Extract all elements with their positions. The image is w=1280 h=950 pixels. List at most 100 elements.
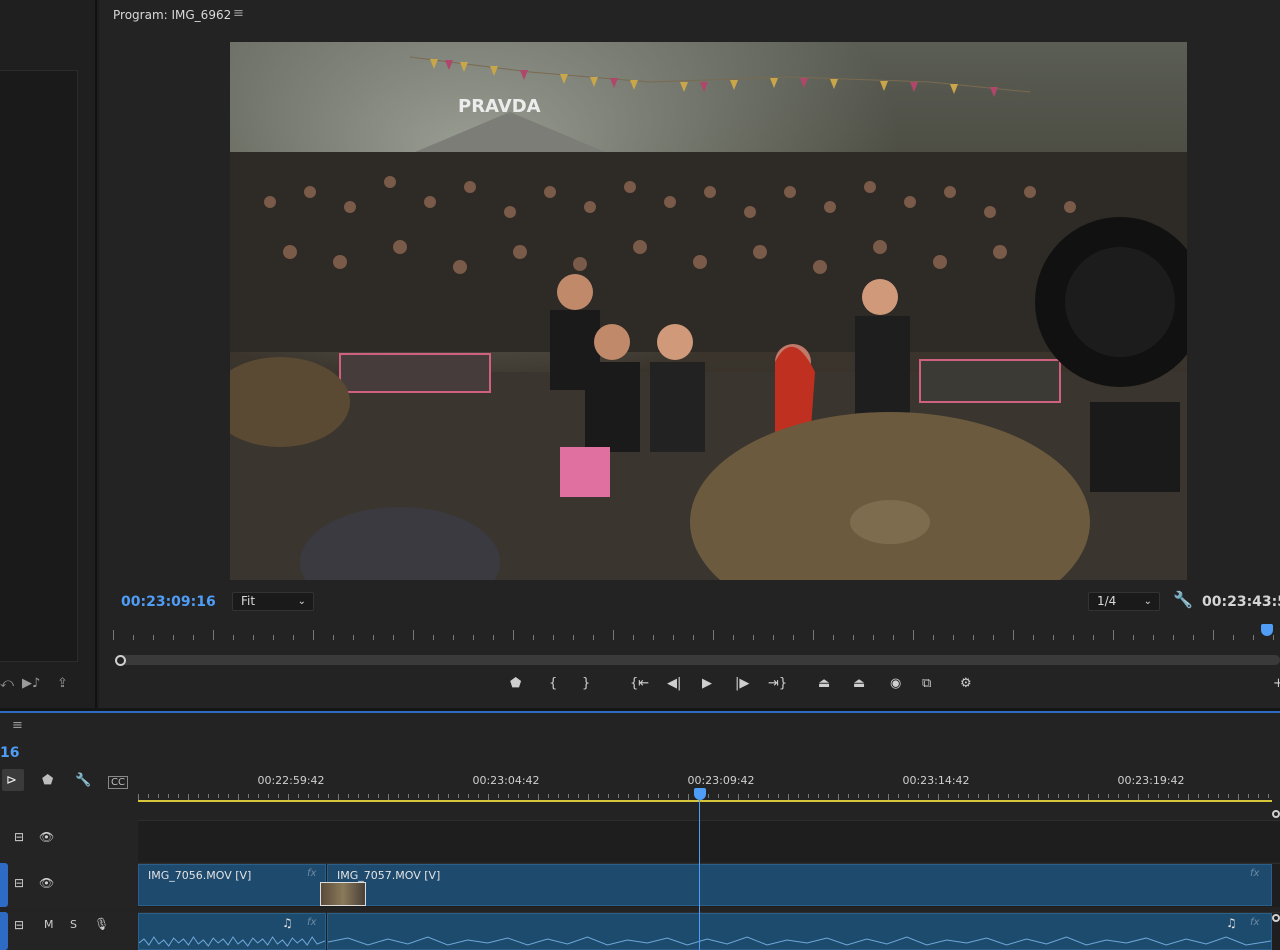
ruler-tick xyxy=(1273,635,1274,640)
step-forward-icon[interactable]: |▶ xyxy=(735,676,749,691)
zoom-scrollbar-handle[interactable] xyxy=(115,655,126,666)
ruler-tick xyxy=(158,794,159,798)
ruler-tick xyxy=(1068,794,1069,798)
ruler-tick xyxy=(1228,794,1229,798)
ruler-tick xyxy=(248,794,249,798)
insert-audio-icon[interactable]: ▶♪ xyxy=(22,676,40,691)
add-marker-icon[interactable]: ⬟ xyxy=(42,773,53,788)
comparison-view-icon[interactable]: ⧉ xyxy=(922,676,931,691)
zoom-select[interactable]: Fit ⌄ xyxy=(232,592,314,611)
go-to-out-icon[interactable]: ⇥} xyxy=(768,676,787,691)
ruler-tick xyxy=(973,635,974,640)
go-to-in-icon[interactable]: {⇤ xyxy=(630,676,649,691)
ruler-tick xyxy=(1028,794,1029,798)
ruler-tick xyxy=(113,630,114,640)
ruler-tick xyxy=(753,635,754,640)
clip-img-7056[interactable]: IMG_7056.MOV [V] fx xyxy=(138,864,326,906)
mute-button[interactable]: M xyxy=(44,918,54,931)
microphone-icon[interactable]: 🎙 xyxy=(94,917,109,931)
export-icon[interactable]: ⇪ xyxy=(57,676,68,691)
fx-badge[interactable]: fx xyxy=(1250,868,1259,879)
film-icon[interactable]: ⊟ xyxy=(14,876,24,890)
ruler-tick xyxy=(1173,635,1174,640)
ruler-tick xyxy=(993,635,994,640)
ruler-tick xyxy=(1248,794,1249,798)
captions-icon[interactable]: CC xyxy=(108,776,128,789)
ruler-tick xyxy=(258,794,259,798)
ruler-tick xyxy=(1158,794,1159,798)
timeline-timecode[interactable]: 16 xyxy=(0,745,19,761)
ruler-tick xyxy=(1013,630,1014,640)
ruler-tick xyxy=(418,794,419,798)
film-icon[interactable]: ⊟ xyxy=(14,918,24,932)
ruler-tick xyxy=(168,794,169,798)
fx-badge[interactable]: fx xyxy=(1250,917,1259,928)
track-target-a1[interactable] xyxy=(0,912,8,950)
zoom-scrollbar[interactable] xyxy=(117,655,1280,665)
timeline-playhead[interactable] xyxy=(694,788,706,800)
wrench-icon[interactable]: 🔧 xyxy=(75,773,91,788)
ruler-tick xyxy=(378,794,379,798)
lift-icon[interactable]: ⏏ xyxy=(818,676,830,691)
program-time-ruler[interactable] xyxy=(113,622,1280,640)
overwrite-icon[interactable]: ⤺ xyxy=(0,676,14,691)
fx-badge[interactable]: fx xyxy=(307,917,316,928)
ruler-tick xyxy=(548,794,549,798)
scroll-handle-icon[interactable] xyxy=(1272,810,1280,818)
add-button-icon[interactable]: + xyxy=(1273,676,1280,691)
transport-controls: ⬟ { } {⇤ ◀| ▶ |▶ ⇥} ⏏ ⏏ ◉ ⧉ ⚙ + xyxy=(99,676,1280,698)
track-target-v1[interactable] xyxy=(0,863,8,907)
mark-out-icon[interactable]: } xyxy=(582,676,590,691)
resolution-select-value: 1/4 xyxy=(1097,594,1117,608)
hamburger-menu-icon[interactable]: ≡ xyxy=(233,6,244,21)
step-back-icon[interactable]: ◀| xyxy=(667,676,681,691)
snap-icon[interactable]: ⊳ xyxy=(6,773,17,788)
audio-clip-img-7057[interactable]: ♫ fx xyxy=(327,913,1272,950)
ruler-tick xyxy=(228,794,229,798)
ruler-tick xyxy=(908,794,909,798)
current-timecode[interactable]: 00:23:09:16 xyxy=(121,594,216,610)
work-area-bar[interactable] xyxy=(138,800,1272,802)
frame-logo: PRAVDA xyxy=(458,96,541,117)
ruler-tick xyxy=(348,794,349,798)
ruler-tick xyxy=(448,794,449,798)
audio-clip-img-7056[interactable]: ♫ fx xyxy=(138,913,326,950)
settings-icon[interactable]: ⚙ xyxy=(960,676,972,691)
play-icon[interactable]: ▶ xyxy=(702,676,712,691)
resolution-select[interactable]: 1/4 ⌄ xyxy=(1088,592,1160,611)
ruler-tick xyxy=(213,630,214,640)
film-icon[interactable]: ⊟ xyxy=(14,830,24,844)
ruler-tick xyxy=(593,635,594,640)
ruler-tick xyxy=(673,635,674,640)
ruler-tick xyxy=(528,794,529,798)
duration-timecode: 00:23:43:53 xyxy=(1202,594,1280,610)
program-title[interactable]: Program: IMG_6962 xyxy=(113,8,231,22)
ruler-tick xyxy=(1018,794,1019,798)
wrench-icon[interactable]: 🔧 xyxy=(1173,590,1193,609)
scroll-handle-icon[interactable] xyxy=(1272,914,1280,922)
ruler-tick xyxy=(833,635,834,640)
ruler-tick xyxy=(198,794,199,798)
add-marker-icon[interactable]: ⬟ xyxy=(510,676,521,691)
hamburger-menu-icon[interactable]: ≡ xyxy=(12,718,23,733)
eye-icon[interactable]: 👁 xyxy=(39,876,54,890)
extract-icon[interactable]: ⏏ xyxy=(853,676,865,691)
ruler-tick xyxy=(1033,635,1034,640)
eye-icon[interactable]: 👁 xyxy=(39,830,54,844)
ruler-tick xyxy=(953,635,954,640)
ruler-tick xyxy=(648,794,649,798)
ruler-tick xyxy=(778,794,779,798)
program-playhead[interactable] xyxy=(1261,624,1273,636)
mark-in-icon[interactable]: { xyxy=(549,676,557,691)
track-lane-v2[interactable] xyxy=(138,820,1280,862)
ruler-tick xyxy=(968,794,969,798)
ruler-tick xyxy=(1193,635,1194,640)
clip-img-7057[interactable]: IMG_7057.MOV [V] fx xyxy=(320,864,1272,906)
solo-button[interactable]: S xyxy=(70,918,77,931)
ruler-tick xyxy=(678,794,679,798)
camera-icon[interactable]: ◉ xyxy=(890,676,901,691)
ruler-tick xyxy=(828,794,829,798)
ruler-tick xyxy=(148,794,149,798)
timeline-playhead-line xyxy=(699,799,700,950)
fx-badge[interactable]: fx xyxy=(307,868,316,879)
